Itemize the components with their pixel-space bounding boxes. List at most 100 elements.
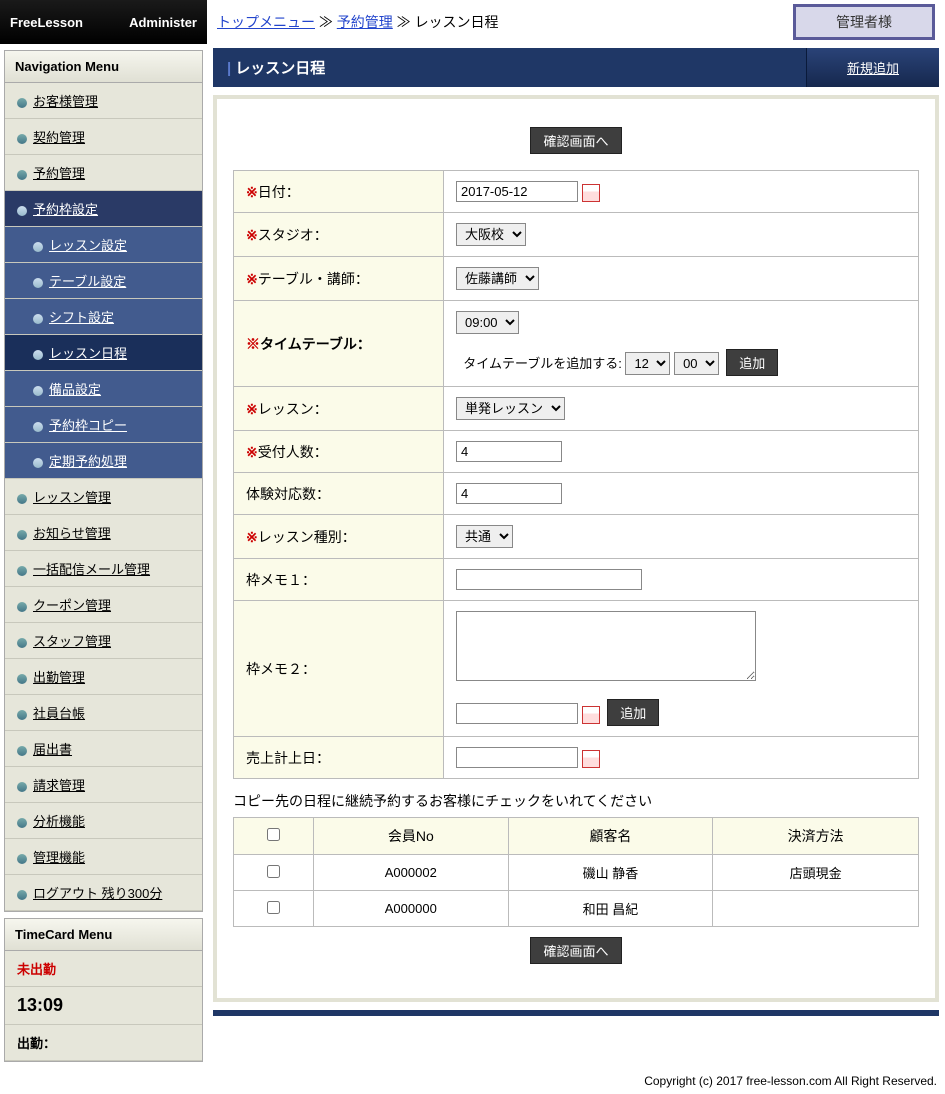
cell-pay bbox=[713, 891, 919, 927]
bullet-icon bbox=[17, 206, 27, 216]
form-panel: 確認画面へ ※日付： ※スタジオ： 大阪校 ※テーブル・講師： 佐藤講師 ※タイ… bbox=[213, 95, 939, 1002]
nav-news[interactable]: お知らせ管理 bbox=[5, 515, 202, 551]
bullet-icon bbox=[17, 746, 27, 756]
sub-recurring[interactable]: 定期予約処理 bbox=[5, 443, 202, 479]
col-memberno: 会員No bbox=[314, 818, 509, 855]
customer-note: コピー先の日程に継続予約するお客様にチェックをいれてください bbox=[233, 791, 919, 811]
bullet-icon bbox=[17, 566, 27, 576]
bullet-icon bbox=[33, 350, 43, 360]
bullet-icon bbox=[17, 530, 27, 540]
memo2-textarea[interactable] bbox=[456, 611, 756, 681]
date-label: 日付： bbox=[258, 184, 300, 200]
bullet-icon bbox=[17, 98, 27, 108]
bullet-icon bbox=[17, 602, 27, 612]
logo-right: Administer bbox=[129, 15, 197, 30]
page-header: |レッスン日程 新規追加 bbox=[213, 48, 939, 87]
teacher-select[interactable]: 佐藤講師 bbox=[456, 267, 539, 290]
row-check[interactable] bbox=[267, 901, 280, 914]
sub-note-set[interactable]: 備品設定 bbox=[5, 371, 202, 407]
nav-attend[interactable]: 出勤管理 bbox=[5, 659, 202, 695]
timecard-box: TimeCard Menu 未出勤 13:09 出勤： bbox=[4, 918, 203, 1062]
timecard-status: 未出勤 bbox=[5, 951, 202, 987]
timetable-time-select[interactable]: 09:00 bbox=[456, 311, 519, 334]
table-row: A000000 和田 昌紀 bbox=[234, 891, 919, 927]
bullet-icon bbox=[17, 854, 27, 864]
bullet-icon bbox=[17, 818, 27, 828]
type-label: レッスン種別： bbox=[258, 529, 356, 545]
nav-ledger[interactable]: 社員台帳 bbox=[5, 695, 202, 731]
logo-box: FreeLesson Administer bbox=[0, 0, 207, 44]
bottom-bar bbox=[213, 1010, 939, 1016]
trial-label: 体験対応数： bbox=[246, 486, 330, 502]
bullet-icon bbox=[17, 134, 27, 144]
cap-label: 受付人数： bbox=[258, 444, 328, 460]
lesson-label: レッスン： bbox=[258, 401, 328, 417]
nav-lessonmgr[interactable]: レッスン管理 bbox=[5, 479, 202, 515]
breadcrumb-top[interactable]: トップメニュー bbox=[217, 14, 315, 30]
lesson-select[interactable]: 単発レッスン bbox=[456, 397, 565, 420]
logo-left: FreeLesson bbox=[10, 15, 83, 30]
bullet-icon bbox=[33, 458, 43, 468]
nav-customer[interactable]: お客様管理 bbox=[5, 83, 202, 119]
timetable-add-text: タイムテーブルを追加する: bbox=[463, 356, 622, 371]
breadcrumb: トップメニュー ≫ 予約管理 ≫ レッスン日程 bbox=[217, 12, 499, 32]
timetable-add-button[interactable]: 追加 bbox=[726, 349, 778, 376]
sub-lesson-set[interactable]: レッスン設定 bbox=[5, 227, 202, 263]
form-table: ※日付： ※スタジオ： 大阪校 ※テーブル・講師： 佐藤講師 ※タイムテーブル：… bbox=[233, 170, 919, 779]
nav-logout[interactable]: ログアウト 残り300分 bbox=[5, 875, 202, 911]
sub-table-set[interactable]: テーブル設定 bbox=[5, 263, 202, 299]
confirm-button-top[interactable]: 確認画面へ bbox=[530, 127, 621, 154]
sub-slot-copy[interactable]: 予約枠コピー bbox=[5, 407, 202, 443]
nav-analysis[interactable]: 分析機能 bbox=[5, 803, 202, 839]
calendar-icon[interactable] bbox=[582, 750, 600, 768]
nav-admin[interactable]: 管理機能 bbox=[5, 839, 202, 875]
nav-mail[interactable]: 一括配信メール管理 bbox=[5, 551, 202, 587]
timetable-label: タイムテーブル： bbox=[260, 336, 371, 352]
nav-report[interactable]: 届出書 bbox=[5, 731, 202, 767]
nav-slot[interactable]: 予約枠設定 bbox=[5, 191, 202, 227]
cell-name: 磯山 静香 bbox=[508, 855, 713, 891]
bullet-icon bbox=[17, 782, 27, 792]
sub-schedule[interactable]: レッスン日程 bbox=[5, 335, 202, 371]
memo2-date-input[interactable] bbox=[456, 703, 578, 724]
bullet-icon bbox=[33, 278, 43, 288]
trial-input[interactable] bbox=[456, 483, 562, 504]
bullet-icon bbox=[33, 314, 43, 324]
row-check[interactable] bbox=[267, 865, 280, 878]
table-row: A000002 磯山 静香 店頭現金 bbox=[234, 855, 919, 891]
memo2-label: 枠メモ２： bbox=[246, 661, 316, 677]
cell-memberno: A000000 bbox=[314, 891, 509, 927]
memo1-input[interactable] bbox=[456, 569, 642, 590]
bullet-icon bbox=[17, 710, 27, 720]
cap-input[interactable] bbox=[456, 441, 562, 462]
new-button[interactable]: 新規追加 bbox=[806, 48, 939, 87]
nav-coupon[interactable]: クーポン管理 bbox=[5, 587, 202, 623]
confirm-button-bottom[interactable]: 確認画面へ bbox=[530, 937, 621, 964]
nav-contract[interactable]: 契約管理 bbox=[5, 119, 202, 155]
memo1-label: 枠メモ１： bbox=[246, 572, 316, 588]
memo2-add-button[interactable]: 追加 bbox=[607, 699, 659, 726]
studio-select[interactable]: 大阪校 bbox=[456, 223, 526, 246]
check-all[interactable] bbox=[267, 828, 280, 841]
teacher-label: テーブル・講師： bbox=[258, 271, 369, 287]
calendar-icon[interactable] bbox=[582, 184, 600, 202]
nav-bill[interactable]: 請求管理 bbox=[5, 767, 202, 803]
col-pay: 決済方法 bbox=[713, 818, 919, 855]
timetable-mm-select[interactable]: 00 bbox=[674, 352, 719, 375]
timecard-title: TimeCard Menu bbox=[5, 919, 202, 951]
nav-staff[interactable]: スタッフ管理 bbox=[5, 623, 202, 659]
timetable-hh-select[interactable]: 12 bbox=[625, 352, 670, 375]
col-name: 顧客名 bbox=[508, 818, 713, 855]
studio-label: スタジオ： bbox=[258, 227, 328, 243]
date-input[interactable] bbox=[456, 181, 578, 202]
type-select[interactable]: 共通 bbox=[456, 525, 513, 548]
breadcrumb-l1[interactable]: 予約管理 bbox=[337, 14, 393, 30]
calendar-icon[interactable] bbox=[582, 706, 600, 724]
sub-shift-set[interactable]: シフト設定 bbox=[5, 299, 202, 335]
nav-reserve[interactable]: 予約管理 bbox=[5, 155, 202, 191]
sales-date-input[interactable] bbox=[456, 747, 578, 768]
bullet-icon bbox=[17, 890, 27, 900]
bullet-icon bbox=[17, 494, 27, 504]
nav-menu: Navigation Menu お客様管理 契約管理 予約管理 予約枠設定 レッ… bbox=[4, 50, 203, 912]
timecard-label: 出勤： bbox=[5, 1025, 202, 1061]
